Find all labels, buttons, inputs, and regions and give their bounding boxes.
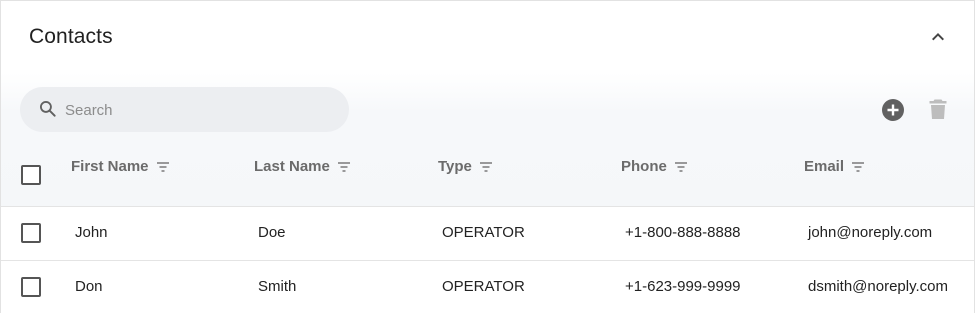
column-header-last-name[interactable]: Last Name <box>254 158 352 175</box>
cell-phone: +1-623-999-9999 <box>625 278 741 295</box>
filter-icon[interactable] <box>336 159 352 175</box>
cell-last-name: Doe <box>258 224 286 241</box>
column-header-label: Last Name <box>254 158 330 175</box>
table-row[interactable]: Don Smith OPERATOR +1-623-999-9999 dsmit… <box>1 260 974 313</box>
table-row[interactable]: John Doe OPERATOR +1-800-888-8888 john@n… <box>1 206 974 260</box>
contacts-panel: Contacts First Name <box>0 0 975 313</box>
cell-email: john@noreply.com <box>808 224 933 241</box>
cell-email: dsmith@noreply.com <box>808 278 948 295</box>
add-circle-icon <box>882 99 904 121</box>
panel-header[interactable]: Contacts <box>1 1 974 73</box>
cell-first-name: John <box>75 224 108 241</box>
cell-type: OPERATOR <box>442 278 525 295</box>
filter-icon[interactable] <box>850 159 866 175</box>
filter-icon[interactable] <box>155 159 171 175</box>
delete-button[interactable] <box>926 97 950 121</box>
panel-title: Contacts <box>29 25 113 48</box>
column-header-label: Type <box>438 158 472 175</box>
chevron-up-icon <box>932 33 944 41</box>
column-header-label: Email <box>804 158 845 175</box>
column-header-type[interactable]: Type <box>438 158 494 175</box>
add-contact-button[interactable] <box>881 98 905 122</box>
column-header-email[interactable]: Email <box>804 158 866 175</box>
table-header-row: First Name Last Name Type Phone Email <box>1 141 974 207</box>
collapse-button[interactable] <box>926 25 950 49</box>
row-checkbox[interactable] <box>21 277 41 297</box>
cell-last-name: Smith <box>258 278 297 295</box>
cell-phone: +1-800-888-8888 <box>625 224 741 241</box>
cell-first-name: Don <box>75 278 103 295</box>
column-header-label: First Name <box>71 158 149 175</box>
cell-type: OPERATOR <box>442 224 525 241</box>
search-input[interactable] <box>63 87 337 134</box>
filter-icon[interactable] <box>673 159 689 175</box>
trash-icon <box>929 99 947 119</box>
column-header-first-name[interactable]: First Name <box>71 158 171 175</box>
column-header-label: Phone <box>621 158 667 175</box>
row-checkbox[interactable] <box>21 223 41 243</box>
filter-icon[interactable] <box>478 159 494 175</box>
search-icon <box>40 101 56 117</box>
column-header-phone[interactable]: Phone <box>621 158 689 175</box>
select-all-checkbox[interactable] <box>21 165 41 185</box>
search-field[interactable] <box>20 87 349 134</box>
